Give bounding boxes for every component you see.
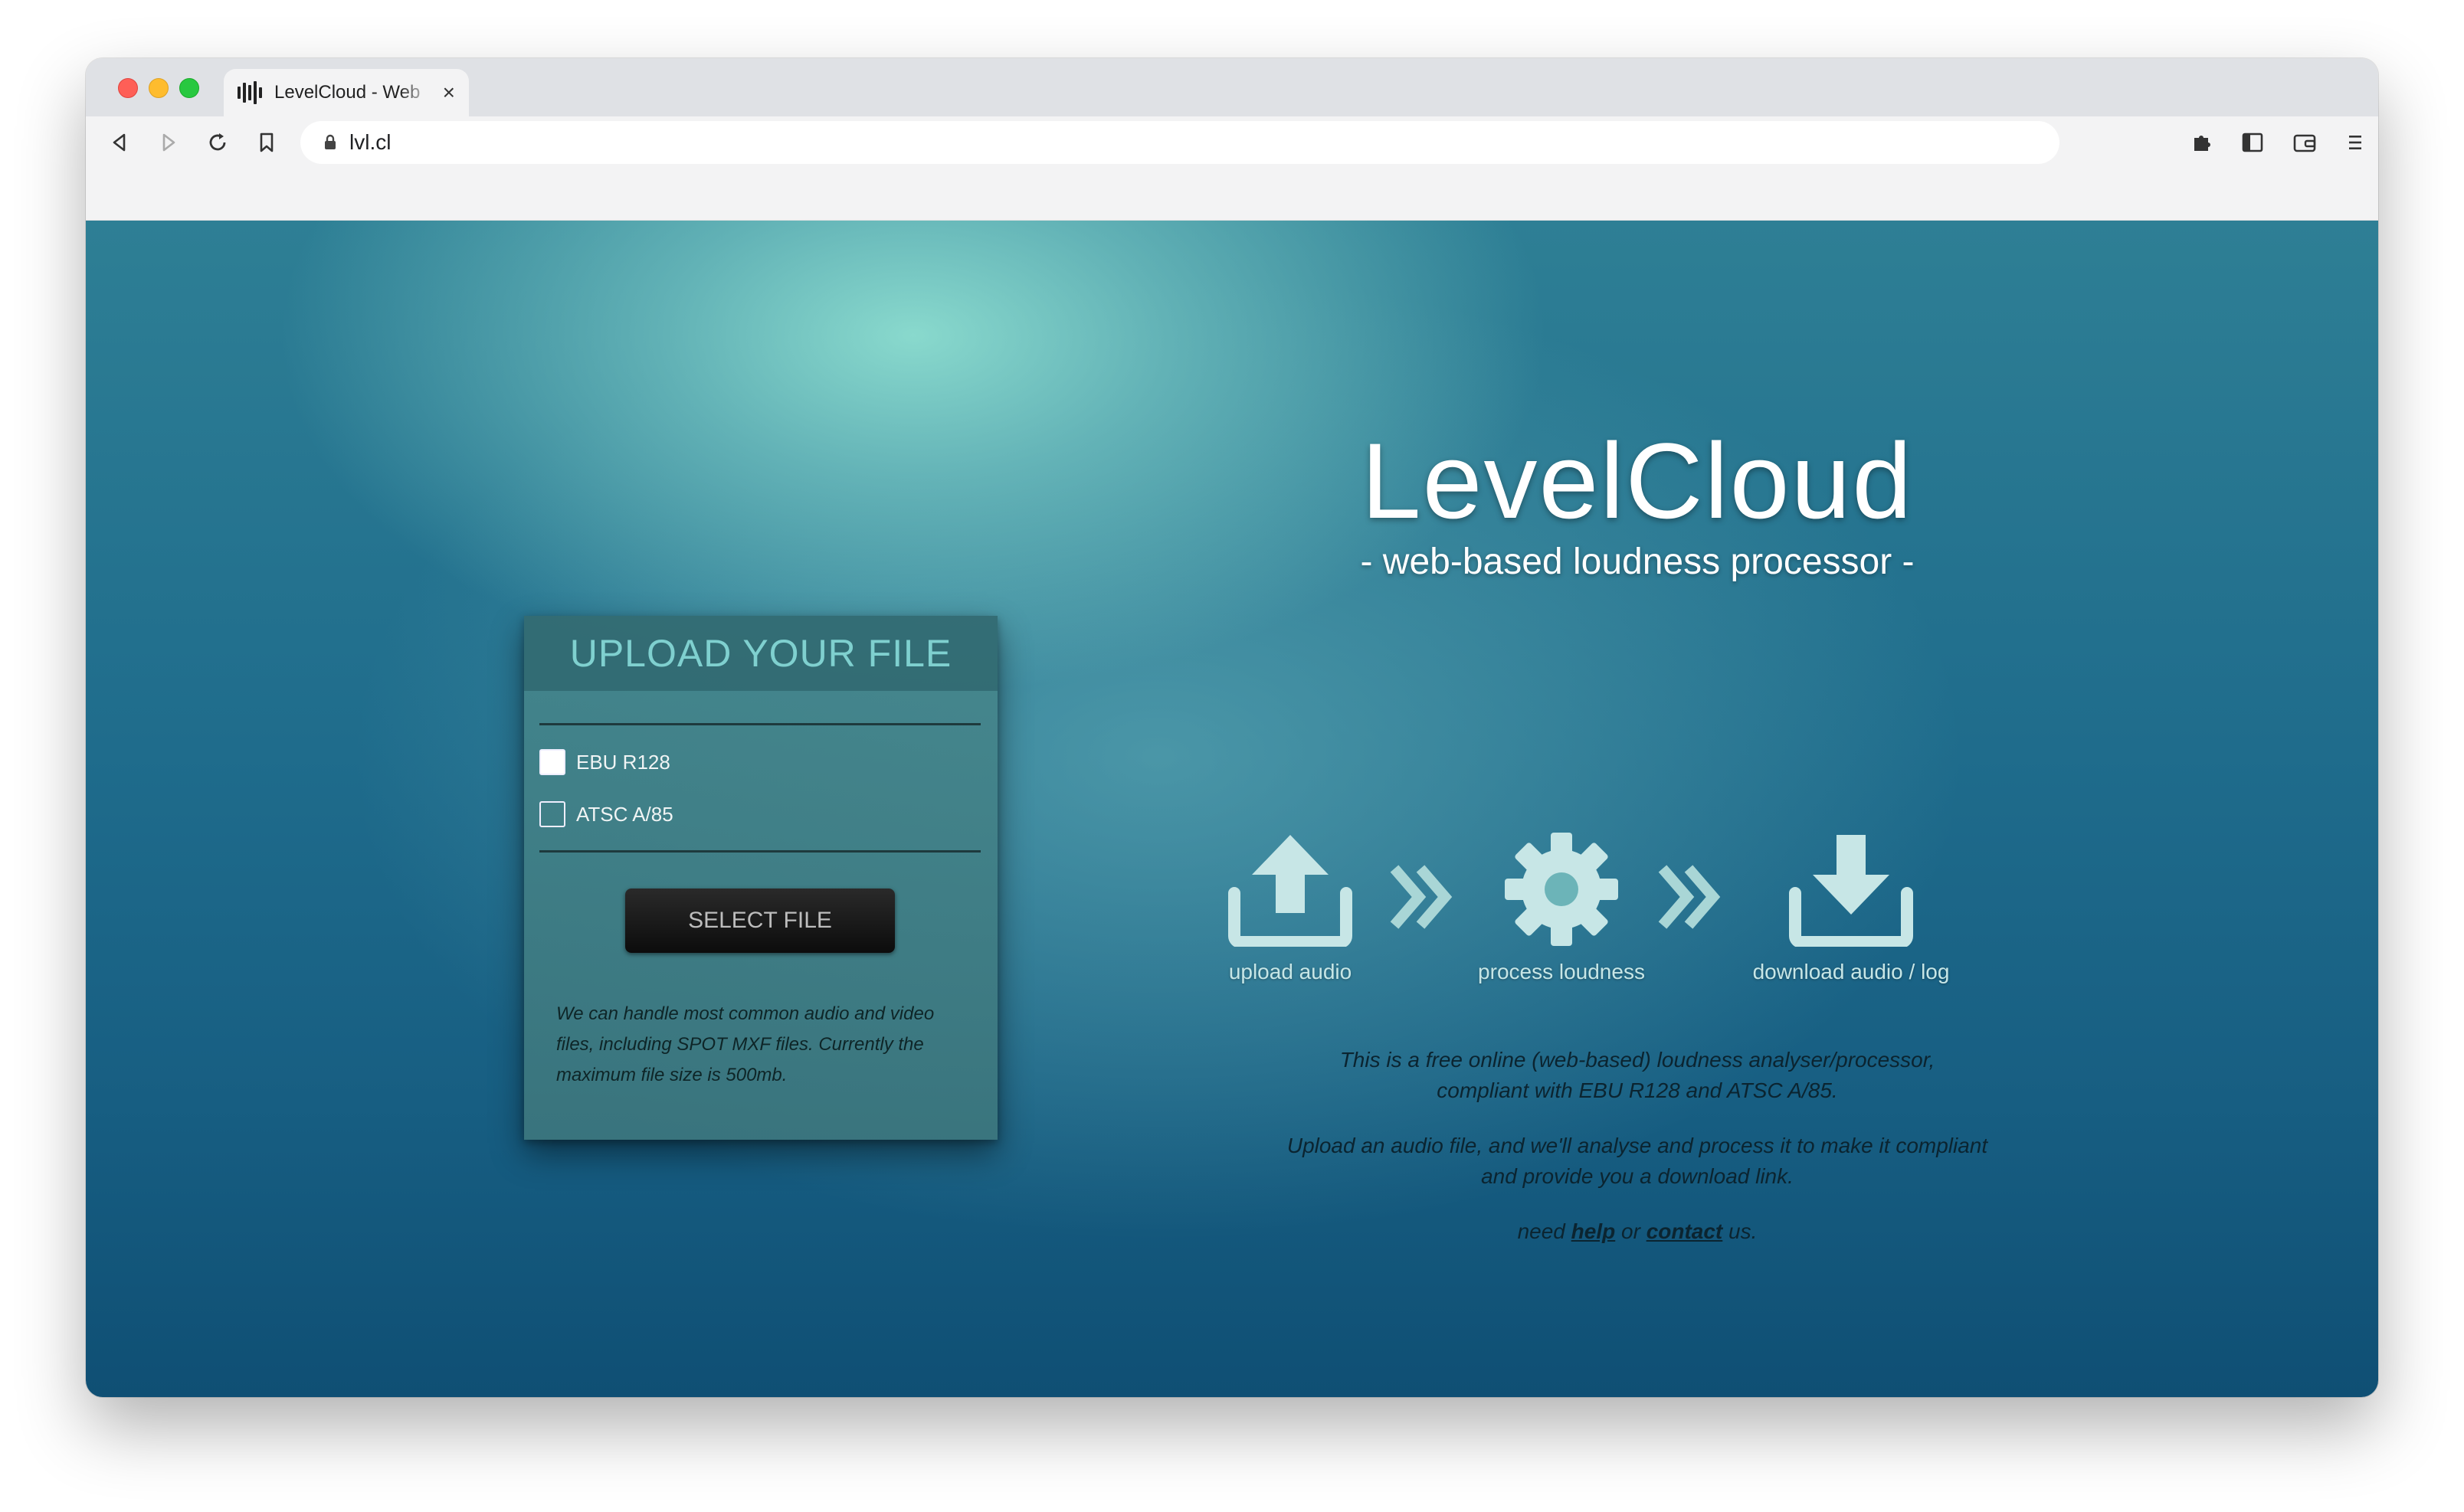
description-2: Upload an audio file, and we'll analyse …: [1082, 1131, 2193, 1192]
contact-link[interactable]: contact: [1646, 1219, 1723, 1243]
back-button[interactable]: [104, 127, 135, 158]
waveform-icon: [238, 81, 264, 104]
lock-icon: [325, 134, 336, 149]
upload-panel: UPLOAD YOUR FILE EBU R128 ATSC A/85 SELE…: [524, 616, 998, 1140]
help-suffix: us.: [1728, 1219, 1758, 1243]
reload-icon: [209, 133, 226, 151]
step-download: download audio / log: [1713, 832, 1989, 984]
menu-button[interactable]: [2340, 127, 2371, 158]
divider: [539, 723, 981, 725]
browser-tab[interactable]: LevelCloud - Web ×: [224, 69, 469, 116]
minimize-window-button[interactable]: [149, 78, 169, 98]
puzzle-icon: [2194, 136, 2210, 151]
tab-strip: LevelCloud - Web ×: [86, 58, 2378, 116]
forward-icon: [162, 133, 175, 152]
browser-window: LevelCloud - Web × lvl.cl UPLOAD YOUR FI…: [86, 58, 2378, 1397]
ebu-r128-label: EBU R128: [576, 750, 670, 774]
atsc-a85-checkbox[interactable]: [539, 801, 565, 827]
select-file-button[interactable]: SELECT FILE: [625, 889, 895, 953]
step-process: process loudness: [1439, 832, 1684, 984]
upload-panel-title: UPLOAD YOUR FILE: [569, 632, 952, 675]
step-upload-label: upload audio: [1228, 960, 1352, 983]
bookmark-icon: [260, 133, 274, 152]
address-bar[interactable]: lvl.cl: [300, 121, 2059, 164]
close-window-button[interactable]: [118, 78, 138, 98]
description-line: This is a free online (web-based) loudne…: [1339, 1048, 1935, 1072]
step-process-label: process loudness: [1478, 960, 1645, 983]
wallet-icon: [2293, 134, 2316, 152]
hero: LevelCloud - web-based loudness processo…: [1235, 427, 2040, 583]
step-download-label: download audio / log: [1752, 960, 1950, 983]
reload-button[interactable]: [202, 127, 233, 158]
close-tab-icon[interactable]: ×: [443, 82, 455, 103]
atsc-a85-label: ATSC A/85: [576, 802, 673, 826]
url-text: lvl.cl: [349, 130, 392, 154]
description-line: compliant with EBU R128 and ATSC A/85.: [1437, 1078, 1838, 1102]
help-link[interactable]: help: [1571, 1219, 1616, 1243]
wallet-button[interactable]: [2289, 127, 2320, 158]
upload-icon: [1228, 835, 1352, 948]
maximize-window-button[interactable]: [179, 78, 199, 98]
option-ebu-r128[interactable]: EBU R128: [539, 749, 670, 775]
help-prefix: need: [1517, 1219, 1565, 1243]
site-subtitle: - web-based loudness processor -: [1360, 542, 1915, 582]
menu-icon: [2349, 136, 2361, 149]
description-1: This is a free online (web-based) loudne…: [1082, 1045, 2193, 1106]
ebu-r128-checkbox[interactable]: [539, 749, 565, 775]
page-content: UPLOAD YOUR FILE EBU R128 ATSC A/85 SELE…: [86, 221, 2378, 1397]
bookmark-button[interactable]: [251, 127, 282, 158]
help-middle: or: [1621, 1219, 1640, 1243]
upload-panel-header: UPLOAD YOUR FILE: [524, 616, 998, 691]
sidebar-icon: [2242, 133, 2263, 152]
extensions-button[interactable]: [2187, 127, 2217, 158]
tab-title: LevelCloud - Web: [274, 82, 421, 103]
site-title: LevelCloud: [1361, 421, 1914, 541]
forward-button[interactable]: [153, 127, 184, 158]
option-atsc-a85[interactable]: ATSC A/85: [539, 801, 673, 827]
browser-toolbar: lvl.cl: [86, 116, 2378, 221]
upload-note: We can handle most common audio and vide…: [556, 1003, 935, 1085]
back-icon: [113, 133, 126, 152]
sidebar-button[interactable]: [2237, 127, 2268, 158]
divider: [539, 850, 981, 853]
step-upload: upload audio: [1168, 832, 1413, 984]
description-line: and provide you a download link.: [1481, 1164, 1794, 1188]
description-line: Upload an audio file, and we'll analyse …: [1286, 1134, 1988, 1157]
download-icon: [1789, 835, 1913, 948]
gear-icon: [1505, 833, 1618, 946]
help-line: need help or contact us.: [1082, 1216, 2193, 1247]
